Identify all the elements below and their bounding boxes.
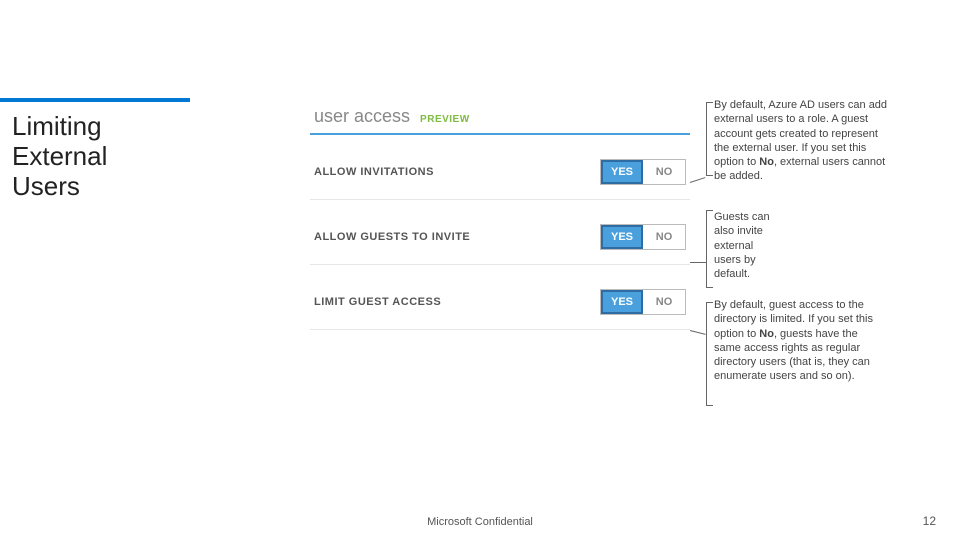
setting-label: ALLOW INVITATIONS [314, 166, 434, 178]
toggle-yes[interactable]: YES [601, 225, 643, 249]
toggle-yes[interactable]: YES [601, 290, 643, 314]
callout-guests-invite: Guests can also invite external users by… [714, 210, 774, 281]
callout-limit-guest: By default, guest access to the director… [714, 298, 884, 384]
slide-title-block: Limiting External Users [0, 98, 190, 216]
toggle-no[interactable]: NO [643, 160, 685, 184]
setting-label: LIMIT GUEST ACCESS [314, 296, 441, 308]
toggle-yes[interactable]: YES [601, 160, 643, 184]
callout-bracket [706, 102, 707, 176]
toggle-allow-invitations[interactable]: YES NO [600, 159, 686, 185]
callout-line [690, 330, 706, 335]
toggle-no[interactable]: NO [643, 225, 685, 249]
setting-allow-invitations: ALLOW INVITATIONS YES NO [310, 135, 690, 200]
setting-limit-guest-access: LIMIT GUEST ACCESS YES NO [310, 265, 690, 330]
toggle-no[interactable]: NO [643, 290, 685, 314]
callout-allow-invitations: By default, Azure AD users can add exter… [714, 98, 894, 184]
panel-header: user access PREVIEW [310, 98, 690, 135]
toggle-allow-guests-invite[interactable]: YES NO [600, 224, 686, 250]
footer-confidential: Microsoft Confidential [0, 516, 960, 528]
panel-title: user access [314, 106, 410, 127]
toggle-limit-guest-access[interactable]: YES NO [600, 289, 686, 315]
user-access-panel: user access PREVIEW ALLOW INVITATIONS YE… [310, 98, 690, 330]
preview-tag: PREVIEW [420, 114, 470, 125]
callout-line [690, 177, 706, 183]
page-number: 12 [923, 514, 936, 528]
slide-title: Limiting External Users [12, 112, 178, 202]
setting-label: ALLOW GUESTS TO INVITE [314, 231, 470, 243]
setting-allow-guests-invite: ALLOW GUESTS TO INVITE YES NO [310, 200, 690, 265]
callout-bracket [706, 302, 707, 406]
callout-bracket [706, 210, 707, 288]
callout-line [690, 262, 706, 263]
